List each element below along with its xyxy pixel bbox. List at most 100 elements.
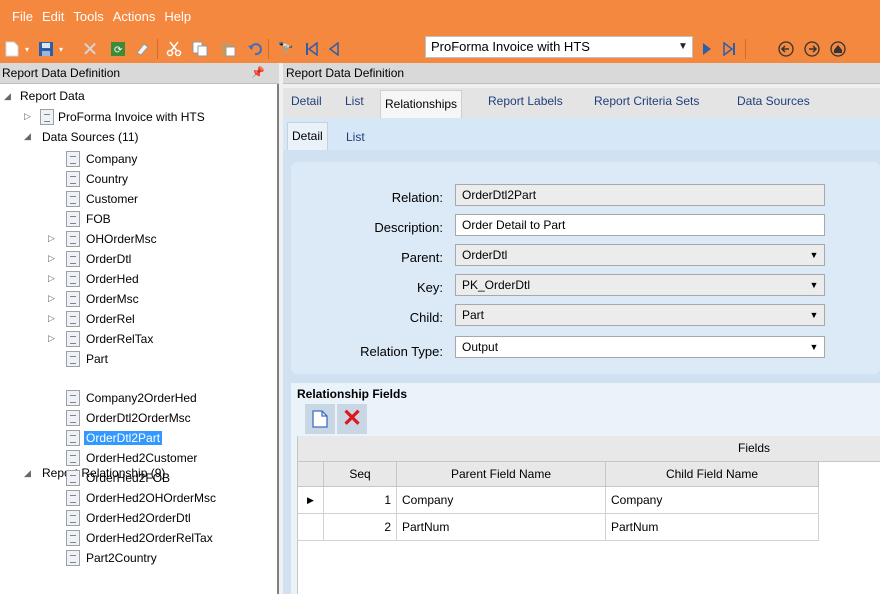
find-icon[interactable]: 🔭 [276,39,296,59]
column-header-child-field[interactable]: Child Field Name [606,462,819,487]
delete-field-button[interactable]: ✕ [337,404,367,434]
table-row-parent[interactable]: Company [397,487,606,514]
tree-item[interactable]: OrderHed2FOB [84,469,172,487]
report-data-tree: ◢ Report Data ▷ ProForma Invoice with HT… [0,84,279,594]
relationship-fields-title: Relationship Fields [297,387,408,401]
chevron-down-icon[interactable]: ▼ [804,275,824,295]
subtab-list[interactable]: List [346,124,365,150]
tree-item[interactable]: OrderDtl2Part [84,429,163,447]
key-select[interactable]: PK_OrderDtl ▼ [455,274,825,296]
tab-list[interactable]: List [345,88,364,114]
next-record-icon[interactable] [697,39,717,59]
table-row-child[interactable]: PartNum [606,514,819,541]
chevron-down-icon[interactable]: ▼ [674,37,692,57]
chevron-down-icon[interactable]: ▼ [804,337,824,357]
menu-file[interactable]: File [12,9,33,24]
tree-item[interactable]: Part2Country [84,549,159,567]
home-icon[interactable] [828,39,848,59]
tree-root[interactable]: Report Data [18,87,87,105]
column-header-parent-field[interactable]: Parent Field Name [397,462,606,487]
tab-report-labels[interactable]: Report Labels [488,88,563,114]
tree-item[interactable]: Country [84,170,130,188]
paste-icon[interactable] [218,39,238,59]
tree-item[interactable]: OrderMsc [84,290,141,308]
column-header-seq[interactable]: Seq [324,462,397,487]
tree-data-sources[interactable]: Data Sources (11) [40,128,141,146]
menu-edit[interactable]: Edit [42,9,64,24]
collapse-icon[interactable]: ◢ [24,468,34,479]
expand-icon[interactable]: ▷ [48,273,58,284]
collapse-icon[interactable]: ◢ [4,91,14,102]
clear-icon[interactable] [132,39,152,59]
tree-item[interactable]: OHOrderMsc [84,230,159,248]
forward-icon[interactable] [802,39,822,59]
expand-icon[interactable]: ▷ [48,333,58,344]
relation-field[interactable]: OrderDtl2Part [455,184,825,206]
expand-icon[interactable]: ▷ [24,111,34,122]
tree-item[interactable]: Part [84,350,110,368]
tab-detail[interactable]: Detail [291,88,322,114]
parent-label: Parent: [401,250,443,265]
table-row-seq[interactable]: 2 [324,514,397,541]
tree-item[interactable]: OrderDtl [84,250,133,268]
menu-tools[interactable]: Tools [73,9,103,24]
tree-item[interactable]: OrderRel [84,310,137,328]
table-row-child[interactable]: Company [606,487,819,514]
main-tabs: Detail List Relationships Report Labels … [283,88,880,118]
tree-item[interactable]: OrderRelTax [84,330,155,348]
first-record-icon[interactable] [302,39,322,59]
expand-icon[interactable]: ▷ [48,313,58,324]
expand-icon[interactable]: ▷ [48,253,58,264]
collapse-icon[interactable]: ◢ [24,131,34,142]
table-row-parent[interactable]: PartNum [397,514,606,541]
tree-item[interactable]: FOB [84,210,113,228]
tree-item[interactable]: OrderDtl2OrderMsc [84,409,193,427]
undo-icon[interactable] [245,39,265,59]
tree-report[interactable]: ProForma Invoice with HTS [56,108,207,126]
tree-item[interactable]: OrderHed2OrderDtl [84,509,193,527]
description-label: Description: [374,220,443,235]
report-selector[interactable]: ProForma Invoice with HTS ▼ [425,36,693,58]
menu-actions[interactable]: Actions [113,9,156,24]
relation-type-select[interactable]: Output ▼ [455,336,825,358]
tree-item[interactable]: Company [84,150,139,168]
tree-item[interactable]: OrderHed2Customer [84,449,199,467]
new-dropdown-icon[interactable]: ▾ [22,39,32,59]
description-field[interactable]: Order Detail to Part [455,214,825,236]
new-icon[interactable] [2,39,22,59]
row-indicator[interactable] [298,514,324,541]
child-select[interactable]: Part ▼ [455,304,825,326]
delete-icon[interactable]: ✕ [80,39,100,61]
last-record-icon[interactable] [719,39,739,59]
tree-item[interactable]: OrderHed2OrderRelTax [84,529,215,547]
copy-icon[interactable] [190,39,210,59]
tab-relationships[interactable]: Relationships [380,90,463,118]
data-source-icon [66,171,80,187]
refresh-icon[interactable]: ⟳ [108,39,128,59]
menu-help[interactable]: Help [164,9,191,24]
tab-report-criteria-sets[interactable]: Report Criteria Sets [594,88,699,114]
back-icon[interactable] [776,39,796,59]
tree-item[interactable]: OrderHed2OHOrderMsc [84,489,218,507]
data-source-icon [66,211,80,227]
pin-icon[interactable]: 📌 [251,63,265,84]
cut-icon[interactable] [164,39,184,59]
previous-record-icon[interactable] [324,39,344,59]
expand-icon[interactable]: ▷ [48,293,58,304]
save-icon[interactable] [36,39,56,59]
tree-item[interactable]: Customer [84,190,140,208]
tree-item[interactable]: OrderHed [84,270,141,288]
chevron-down-icon[interactable]: ▼ [804,305,824,325]
current-row-icon[interactable]: ▶ [298,487,324,514]
add-field-button[interactable] [305,404,335,434]
tree-item[interactable]: Company2OrderHed [84,389,199,407]
chevron-down-icon[interactable]: ▼ [804,245,824,265]
tab-data-sources[interactable]: Data Sources [737,88,810,114]
expand-icon[interactable]: ▷ [48,233,58,244]
save-dropdown-icon[interactable]: ▾ [56,39,66,59]
left-panel-header: Report Data Definition 📌 [0,63,279,84]
parent-select[interactable]: OrderDtl ▼ [455,244,825,266]
table-row-seq[interactable]: 1 [324,487,397,514]
grid-group-header: Fields [298,436,880,462]
subtab-detail[interactable]: Detail [287,122,328,150]
